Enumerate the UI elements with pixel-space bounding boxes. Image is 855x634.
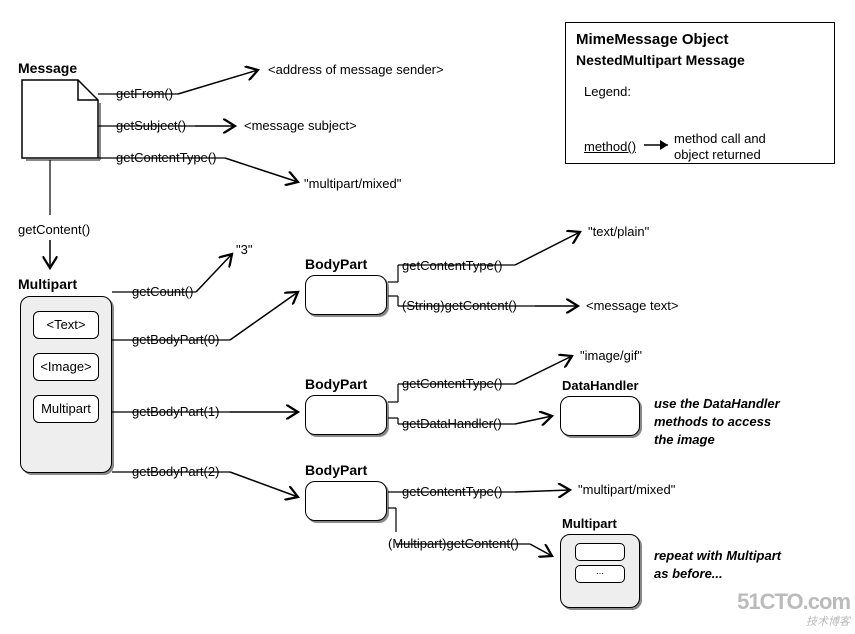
bp2-multipart-box: ... xyxy=(560,534,640,608)
bodypart2-gc: (Multipart)getContent() xyxy=(388,536,519,551)
bp2-inner1 xyxy=(575,543,625,561)
watermark: 51CTO.com 技术博客 xyxy=(737,589,850,629)
message-label: Message xyxy=(18,60,77,76)
bodypart0-gc-result: <message text> xyxy=(586,298,679,313)
multipart-item-image: <Image> xyxy=(33,353,99,381)
watermark-line1: 51CTO.com xyxy=(737,589,850,614)
getSubject-label: getSubject() xyxy=(116,118,186,133)
item-text-label: <Text> xyxy=(46,317,85,332)
bodypart0-gc: (String)getContent() xyxy=(402,298,517,313)
bp2-multipart-label: Multipart xyxy=(562,516,617,531)
legend-subtitle: NestedMultipart Message xyxy=(576,52,844,68)
getContentType-result: "multipart/mixed" xyxy=(304,176,401,191)
bodypart0-gct: getContentType() xyxy=(402,258,502,273)
getCount-label: getCount() xyxy=(132,284,193,299)
bodypart0-label: BodyPart xyxy=(305,256,367,272)
watermark-line2: 技术博客 xyxy=(806,616,850,628)
bodypart2-gct-result: "multipart/mixed" xyxy=(578,482,675,497)
bodypart1-label: BodyPart xyxy=(305,376,367,392)
bp1-note1: use the DataHandler xyxy=(654,396,780,411)
datahandler-label: DataHandler xyxy=(562,378,639,393)
multipart-item-text: <Text> xyxy=(33,311,99,339)
legend-desc1: method call and xyxy=(674,131,766,146)
multipart-item-multipart: Multipart xyxy=(33,395,99,423)
multipart-label: Multipart xyxy=(18,276,77,292)
getFrom-result: <address of message sender> xyxy=(268,62,444,77)
legend-desc2: object returned xyxy=(674,147,761,162)
bodypart2-gct: getContentType() xyxy=(402,484,502,499)
legend-method: method() xyxy=(584,139,636,154)
item-image-label: <Image> xyxy=(40,359,91,374)
bodypart1-box xyxy=(305,395,387,435)
getSubject-result: <message subject> xyxy=(244,118,357,133)
getBodyPart0-label: getBodyPart(0) xyxy=(132,332,219,347)
multipart-box: <Text> <Image> Multipart xyxy=(20,296,112,473)
bodypart0-box xyxy=(305,275,387,315)
bodypart2-box xyxy=(305,481,387,521)
bp2-inner2: ... xyxy=(575,565,625,583)
getBodyPart1-label: getBodyPart(1) xyxy=(132,404,219,419)
getContent-label: getContent() xyxy=(18,222,90,237)
getContentType-label: getContentType() xyxy=(116,150,216,165)
getCount-result: "3" xyxy=(236,242,252,257)
getBodyPart2-label: getBodyPart(2) xyxy=(132,464,219,479)
bodypart0-gct-result: "text/plain" xyxy=(588,224,649,239)
legend-label: Legend: xyxy=(584,84,852,99)
bodypart1-gct-result: "image/gif" xyxy=(580,348,642,363)
bp2-note1: repeat with Multipart xyxy=(654,548,781,563)
item-multipart-label: Multipart xyxy=(41,401,91,416)
bp2-note2: as before... xyxy=(654,566,723,581)
legend-box: MimeMessage Object NestedMultipart Messa… xyxy=(565,22,835,164)
bodypart1-gdh: getDataHandler() xyxy=(402,416,502,431)
bp1-note2: methods to access xyxy=(654,414,771,429)
bodypart2-label: BodyPart xyxy=(305,462,367,478)
getFrom-label: getFrom() xyxy=(116,86,173,101)
legend-method-label: method() xyxy=(584,139,636,154)
bodypart1-gct: getContentType() xyxy=(402,376,502,391)
bp1-note3: the image xyxy=(654,432,715,447)
datahandler-box xyxy=(560,396,640,436)
legend-title: MimeMessage Object xyxy=(576,31,844,48)
